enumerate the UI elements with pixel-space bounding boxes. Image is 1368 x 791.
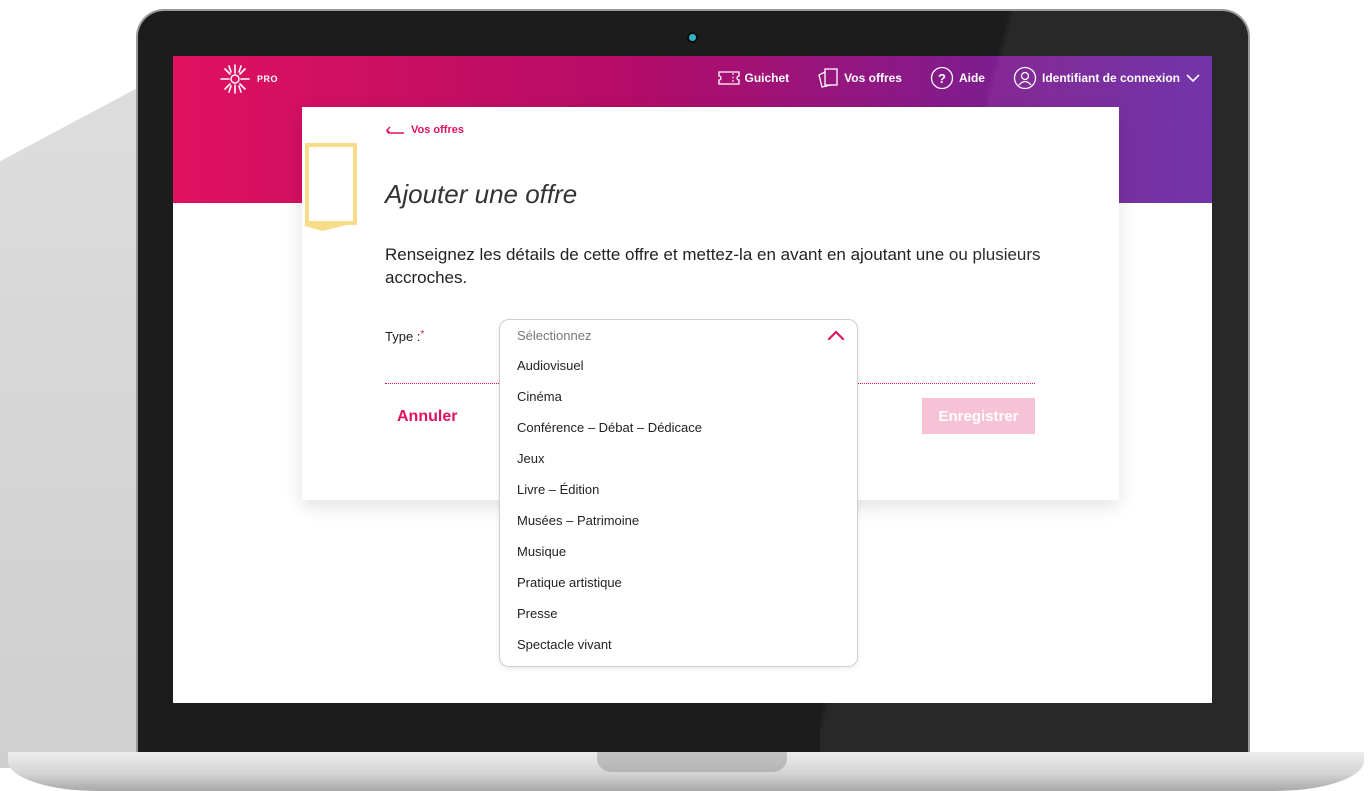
nav-guichet-label: Guichet bbox=[744, 71, 790, 85]
type-field-label: Type :* bbox=[385, 329, 424, 344]
chevron-down-icon bbox=[1186, 74, 1200, 83]
type-select-dropdown[interactable]: Sélectionnez Audiovisuel Cinéma Conféren… bbox=[499, 319, 858, 667]
nav-vos-offres[interactable]: Vos offres bbox=[817, 68, 902, 88]
nav-account-label: Identifiant de connexion bbox=[1041, 71, 1180, 85]
svg-text:?: ? bbox=[938, 71, 946, 86]
chevron-up-icon bbox=[827, 329, 845, 340]
nav-aide[interactable]: ? Aide bbox=[930, 66, 985, 90]
back-link-label: Vos offres bbox=[411, 124, 464, 136]
type-option-livre[interactable]: Livre – Édition bbox=[500, 474, 857, 505]
page-title: Ajouter une offre bbox=[385, 179, 578, 209]
type-option-cinema[interactable]: Cinéma bbox=[500, 381, 857, 412]
intro-text: Renseignez les détails de cette offre et… bbox=[385, 245, 1041, 287]
type-label-text: Type : bbox=[385, 329, 421, 344]
back-to-offers-link[interactable]: Vos offres bbox=[385, 124, 464, 136]
laptop-hinge-notch bbox=[597, 752, 787, 772]
sunburst-logo-icon bbox=[220, 64, 250, 94]
type-option-audiovisuel[interactable]: Audiovisuel bbox=[500, 350, 857, 381]
help-icon: ? bbox=[930, 66, 954, 90]
offers-icon bbox=[818, 68, 838, 88]
top-navigation: Guichet Vos offres ? Aide Identifiant de… bbox=[690, 66, 1201, 90]
type-option-spectacle[interactable]: Spectacle vivant bbox=[500, 629, 857, 660]
app-screen: PRO Guichet Vos offres ? Aide Identifian… bbox=[173, 56, 1212, 703]
ticket-icon bbox=[717, 71, 740, 85]
required-marker: * bbox=[420, 329, 425, 340]
nav-aide-label: Aide bbox=[958, 71, 985, 85]
logo-pro-label: PRO bbox=[257, 74, 279, 84]
user-icon bbox=[1013, 66, 1037, 90]
select-placeholder: Sélectionnez bbox=[517, 327, 592, 343]
type-option-musique[interactable]: Musique bbox=[500, 536, 857, 567]
type-option-pratique[interactable]: Pratique artistique bbox=[500, 567, 857, 598]
back-arrow-icon bbox=[386, 126, 404, 134]
nav-vos-offres-label: Vos offres bbox=[844, 71, 902, 85]
nav-guichet[interactable]: Guichet bbox=[717, 71, 790, 85]
type-select-trigger[interactable]: Sélectionnez bbox=[500, 320, 857, 350]
book-illustration-icon bbox=[302, 143, 357, 231]
type-option-conference[interactable]: Conférence – Débat – Dédicace bbox=[500, 412, 857, 443]
webcam bbox=[689, 34, 696, 41]
pass-culture-logo[interactable]: PRO bbox=[217, 62, 278, 96]
save-button[interactable]: Enregistrer bbox=[922, 398, 1035, 434]
type-option-musees[interactable]: Musées – Patrimoine bbox=[500, 505, 857, 536]
nav-account-menu[interactable]: Identifiant de connexion bbox=[1013, 66, 1200, 90]
type-option-jeux[interactable]: Jeux bbox=[500, 443, 857, 474]
type-option-presse[interactable]: Presse bbox=[500, 598, 857, 629]
cancel-button[interactable]: Annuler bbox=[397, 408, 457, 426]
type-options-list: Audiovisuel Cinéma Conférence – Débat – … bbox=[500, 350, 857, 660]
